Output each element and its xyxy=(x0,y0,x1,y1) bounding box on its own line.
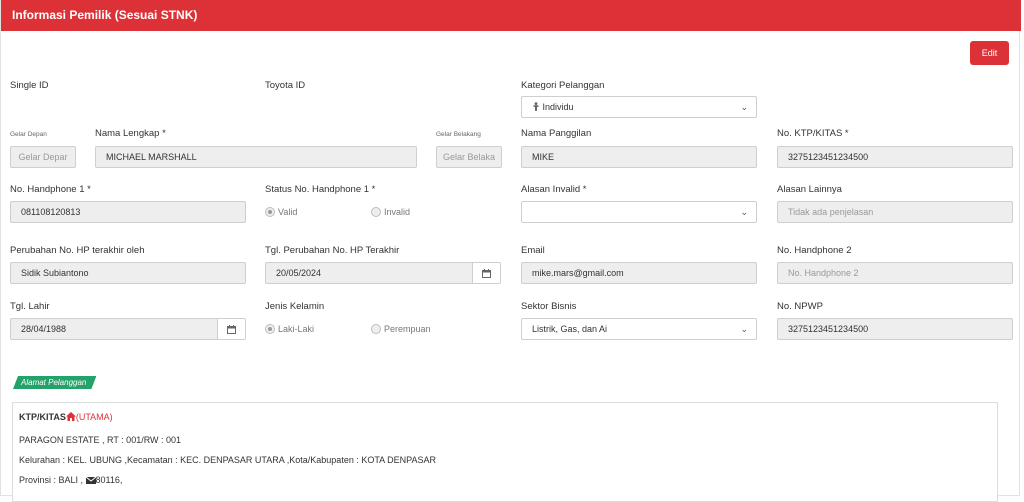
kategori-value: Individu xyxy=(542,102,574,112)
status-invalid-label: Invalid xyxy=(384,207,411,217)
gender-female-label: Perempuan xyxy=(384,324,431,334)
npwp-value: 3275123451234500 xyxy=(788,324,869,334)
province-text: Provinsi : BALI , xyxy=(19,475,84,485)
gelar-depan-input[interactable]: Gelar Depar xyxy=(10,146,76,168)
gelar-belakang-placeholder: Gelar Belaka xyxy=(442,152,496,162)
address-line-3: Provinsi : BALI , 80116, xyxy=(19,475,122,486)
gelar-depan-label: Gelar Depan xyxy=(10,131,47,138)
hp1-label: No. Handphone 1 * xyxy=(10,184,91,195)
panel-header: Informasi Pemilik (Sesuai STNK) xyxy=(1,0,1021,31)
address-section-tag: Alamat Pelanggan xyxy=(13,376,97,389)
hp2-input[interactable]: No. Handphone 2 xyxy=(777,262,1013,284)
alasan-lainnya-input[interactable]: Tidak ada penjelasan xyxy=(777,201,1013,223)
edit-button[interactable]: Edit xyxy=(970,41,1009,65)
tgl-lahir-value: 28/04/1988 xyxy=(21,324,67,334)
single-id-label: Single ID xyxy=(10,80,49,91)
email-input[interactable]: mike.mars@gmail.com xyxy=(521,262,757,284)
ktp-value: 3275123451234500 xyxy=(788,152,869,162)
person-icon xyxy=(532,98,540,117)
hp1-value: 081108120813 xyxy=(21,207,81,217)
address-type: KTP/KITAS xyxy=(19,412,66,422)
radio-selected-icon xyxy=(265,324,275,334)
address-line-1: PARAGON ESTATE , RT : 001/RW : 001 xyxy=(19,435,182,445)
gender-male-label: Laki-Laki xyxy=(278,324,315,334)
perubahan-hp-value: Sidik Subiantono xyxy=(21,268,89,278)
status-invalid-radio[interactable]: Invalid xyxy=(371,207,410,217)
perubahan-hp-input[interactable]: Sidik Subiantono xyxy=(10,262,246,284)
tgl-lahir-input[interactable]: 28/04/1988 xyxy=(10,318,246,340)
nama-panggilan-input[interactable]: MIKE xyxy=(521,146,757,168)
owner-info-panel: Informasi Pemilik (Sesuai STNK) Edit Sin… xyxy=(0,0,1021,502)
alasan-lainnya-label: Alasan Lainnya xyxy=(777,184,842,195)
kategori-select[interactable]: Individu ⌄ xyxy=(521,96,757,118)
calendar-icon[interactable] xyxy=(472,263,500,283)
radio-unselected-icon xyxy=(371,324,381,334)
gelar-depan-placeholder: Gelar Depar xyxy=(18,152,68,162)
chevron-down-icon: ⌄ xyxy=(740,324,748,334)
npwp-label: No. NPWP xyxy=(777,301,823,312)
hp1-input[interactable]: 081108120813 xyxy=(10,201,246,223)
email-value: mike.mars@gmail.com xyxy=(532,268,624,278)
sektor-bisnis-label: Sektor Bisnis xyxy=(521,301,577,312)
postal-code: 80116, xyxy=(95,475,123,485)
tgl-perubahan-label: Tgl. Perubahan No. HP Terakhir xyxy=(265,245,400,256)
tgl-perubahan-value: 20/05/2024 xyxy=(276,268,322,278)
status-hp1-label: Status No. Handphone 1 * xyxy=(265,184,376,195)
calendar-icon[interactable] xyxy=(217,319,245,339)
kategori-label: Kategori Pelanggan xyxy=(521,80,605,91)
primary-tag: (UTAMA) xyxy=(75,412,113,422)
gender-male-radio[interactable]: Laki-Laki xyxy=(265,324,314,334)
alasan-invalid-select[interactable]: ⌄ xyxy=(521,201,757,223)
nama-panggilan-label: Nama Panggilan xyxy=(521,128,592,139)
perubahan-hp-label: Perubahan No. HP terakhir oleh xyxy=(10,245,145,256)
radio-unselected-icon xyxy=(371,207,381,217)
tgl-lahir-label: Tgl. Lahir xyxy=(10,301,50,312)
nama-lengkap-label: Nama Lengkap * xyxy=(95,128,166,139)
address-card: KTP/KITAS (UTAMA) PARAGON ESTATE , RT : 0… xyxy=(12,402,998,502)
address-title: KTP/KITAS (UTAMA) xyxy=(19,412,113,423)
chevron-down-icon: ⌄ xyxy=(740,207,748,217)
email-label: Email xyxy=(521,245,545,256)
radio-selected-icon xyxy=(265,207,275,217)
address-line-2: Kelurahan : KEL. UBUNG ,Kecamatan : KEC.… xyxy=(19,455,437,465)
npwp-input[interactable]: 3275123451234500 xyxy=(777,318,1013,340)
nama-lengkap-value: MICHAEL MARSHALL xyxy=(106,152,197,162)
nama-panggilan-value: MIKE xyxy=(532,152,555,162)
toyota-id-label: Toyota ID xyxy=(265,80,306,91)
gelar-belakang-input[interactable]: Gelar Belaka xyxy=(436,146,502,168)
jenis-kelamin-label: Jenis Kelamin xyxy=(265,301,325,312)
hp2-label: No. Handphone 2 xyxy=(777,245,852,256)
envelope-icon xyxy=(85,476,96,486)
tgl-perubahan-input[interactable]: 20/05/2024 xyxy=(265,262,501,284)
hp2-placeholder: No. Handphone 2 xyxy=(788,268,859,278)
ktp-input[interactable]: 3275123451234500 xyxy=(777,146,1013,168)
sektor-bisnis-value: Listrik, Gas, dan Ai xyxy=(532,324,608,334)
gelar-belakang-label: Gelar Belakang xyxy=(436,131,481,138)
alasan-lainnya-placeholder: Tidak ada penjelasan xyxy=(788,207,874,217)
status-valid-label: Valid xyxy=(278,207,298,217)
sektor-bisnis-select[interactable]: Listrik, Gas, dan Ai ⌄ xyxy=(521,318,757,340)
nama-lengkap-input[interactable]: MICHAEL MARSHALL xyxy=(95,146,417,168)
panel-title: Informasi Pemilik (Sesuai STNK) xyxy=(12,8,198,22)
gender-female-radio[interactable]: Perempuan xyxy=(371,324,431,334)
ktp-label: No. KTP/KITAS * xyxy=(777,128,849,139)
status-valid-radio[interactable]: Valid xyxy=(265,207,297,217)
home-icon xyxy=(65,412,76,423)
chevron-down-icon: ⌄ xyxy=(740,102,748,112)
alasan-invalid-label: Alasan Invalid * xyxy=(521,184,587,195)
